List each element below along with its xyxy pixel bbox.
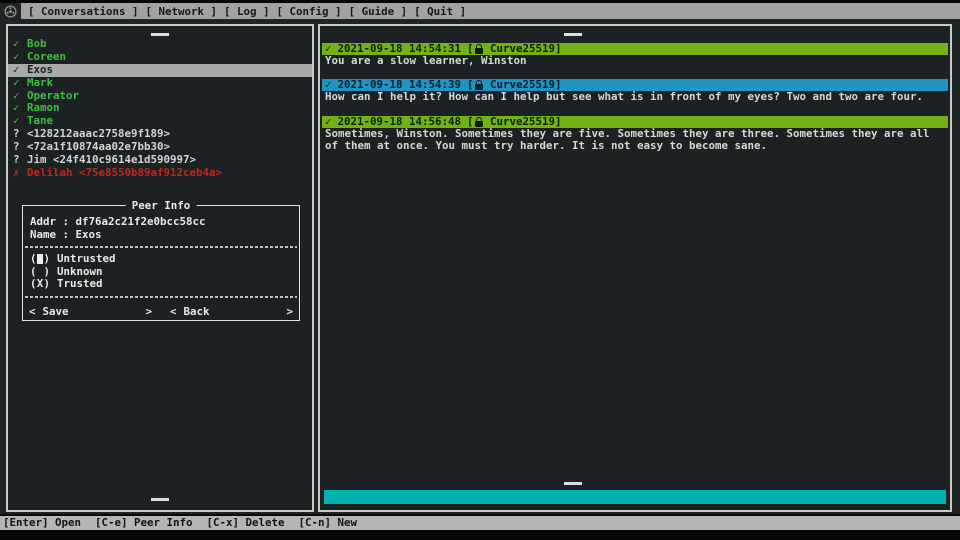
dialog-buttons: <Save> <Back> — [29, 305, 293, 318]
menu-item-conversations[interactable]: [ Conversations ] — [28, 5, 139, 18]
message-text: You are a slow learner, Winston — [322, 55, 948, 67]
radio-option-trusted[interactable]: (X)Trusted — [23, 278, 299, 291]
menu-item-config[interactable]: [ Config ] — [277, 5, 342, 18]
addr-value: df76a2c21f2e0bcc58cc — [76, 215, 206, 228]
contact-row[interactable]: ✓Coreen — [8, 51, 312, 64]
message: ✓2021-09-18 14:54:31[ Curve25519]You are… — [322, 43, 948, 67]
back-button[interactable]: < Back> — [170, 305, 293, 318]
button-close-arrow: > — [286, 305, 293, 318]
contact-row[interactable]: ✓Exos — [8, 64, 312, 77]
contact-status-icon: ✓ — [13, 51, 27, 64]
contact-name: Coreen — [27, 51, 66, 64]
label-separator: : — [56, 228, 76, 241]
message-input[interactable] — [324, 490, 946, 504]
terminal-screen: [ Conversations ] [ Network ] [ Log ] [ Con… — [0, 0, 960, 540]
message-timestamp: 2021-09-18 14:56:48 — [338, 116, 462, 128]
message: ✓ 2021-09-18 14:56:48 [ Curve25519]Sometim… — [322, 116, 948, 153]
contact-row[interactable]: ✓Ramon — [8, 102, 312, 115]
app-logo-icon — [0, 3, 21, 19]
radio-close-paren: ) — [44, 278, 51, 291]
contact-row[interactable]: ?Jim <24f410c9614e1d590997> — [8, 154, 312, 167]
contacts-panel: ✓Bob✓Coreen✓Exos✓Mark✓Operator✓Ramon✓Tan… — [6, 24, 314, 512]
contact-row[interactable]: ✓Mark — [8, 77, 312, 90]
radio-label: Untrusted — [57, 253, 116, 266]
menu-item-network[interactable]: [ Network ] — [146, 5, 218, 18]
save-button-label: Save — [43, 305, 146, 318]
scroll-down-indicator — [564, 482, 582, 485]
divider — [25, 296, 297, 298]
dialog-title: Peer Info — [126, 199, 197, 212]
back-button-label: Back — [184, 305, 287, 318]
contact-name: Delilah <75e8550b89af912ceb4a> — [27, 167, 222, 180]
radio-option-untrusted[interactable]: () Untrusted — [23, 253, 299, 266]
workspace: ✓Bob✓Coreen✓Exos✓Mark✓Operator✓Ramon✓Tan… — [0, 19, 960, 514]
label-separator: : — [56, 215, 76, 228]
lock-icon — [475, 44, 483, 54]
contact-row[interactable]: ✗Delilah <75e8550b89af912ceb4a> — [8, 167, 312, 180]
contact-row[interactable]: ✓Bob — [8, 38, 312, 51]
message-text: Sometimes, Winston. Sometimes they are f… — [322, 128, 948, 153]
addr-label: Addr — [30, 215, 56, 228]
name-label: Name — [30, 228, 56, 241]
menu-item-guide[interactable]: [ Guide ] — [349, 5, 408, 18]
menu-item-log[interactable]: [ Log ] — [224, 5, 270, 18]
status-hint: [C-e] Peer Info — [95, 516, 193, 530]
radio-open-paren: ( — [30, 253, 37, 266]
lock-icon — [475, 117, 483, 127]
menu-item-quit[interactable]: [ Quit ] — [414, 5, 466, 18]
contact-name: Jim <24f410c9614e1d590997> — [27, 154, 196, 167]
status-bar: [Enter] Open [C-e] Peer Info [C-x] Delete [… — [0, 516, 960, 530]
contact-name: Exos — [27, 64, 53, 77]
button-open-arrow: < — [29, 305, 36, 318]
delivered-check-icon: ✓ — [325, 116, 332, 128]
encryption-badge: [ Curve25519] — [467, 116, 562, 128]
status-hint: [C-n] New — [299, 516, 358, 530]
radio-label: Trusted — [57, 278, 103, 291]
scroll-up-indicator — [564, 33, 582, 36]
save-button[interactable]: < Save> — [29, 305, 152, 318]
status-hint: [C-x] Delete — [207, 516, 285, 530]
message-text: How can I help it? How can I help but se… — [322, 91, 948, 103]
radio-marker: X — [37, 278, 44, 291]
peer-addr-row: Addr : df76a2c21f2e0bcc58cc — [23, 215, 299, 228]
contact-status-icon: ✓ — [13, 77, 27, 90]
name-value: Exos — [76, 228, 102, 241]
trust-radio-group: ()Untrusted( )Unknown(X)Trusted — [23, 253, 299, 291]
badge-open-bracket: [ — [467, 116, 474, 128]
conversation-panel: ✓2021-09-18 14:54:31[ Curve25519]You are… — [318, 24, 952, 512]
message: ✓2021-09-18 14:54:39[ Curve25519]How can… — [322, 79, 948, 103]
contact-list[interactable]: ✓Bob✓Coreen✓Exos✓Mark✓Operator✓Ramon✓Tan… — [8, 38, 312, 180]
text-cursor — [37, 254, 43, 264]
button-close-arrow: > — [145, 305, 152, 318]
message-list[interactable]: ✓2021-09-18 14:54:31[ Curve25519]You are… — [322, 43, 948, 165]
peer-info-dialog: Peer Info Addr : df76a2c21f2e0bcc58cc Na… — [22, 205, 300, 321]
message-header: ✓ 2021-09-18 14:56:48 [ Curve25519] — [322, 116, 948, 128]
encryption-label: Curve25519] — [484, 116, 562, 128]
contact-status-icon: ✓ — [13, 38, 27, 51]
peer-name-row: Name : Exos — [23, 228, 299, 241]
contact-status-icon: ✓ — [13, 64, 27, 77]
radio-close-paren: ) — [44, 253, 51, 266]
divider — [25, 246, 297, 248]
status-hint: [Enter] Open — [3, 516, 81, 530]
scroll-up-indicator — [151, 33, 169, 36]
contact-name: Bob — [27, 38, 47, 51]
lock-icon — [475, 80, 483, 90]
menu-items: [ Conversations ] [ Network ] [ Log ] [ Con… — [21, 5, 466, 18]
button-open-arrow: < — [170, 305, 177, 318]
contact-status-icon: ? — [13, 154, 27, 167]
contact-status-icon: ✗ — [13, 167, 27, 180]
contact-name: Mark — [27, 77, 53, 90]
menu-bar: [ Conversations ] [ Network ] [ Log ] [ Con… — [0, 3, 960, 19]
scroll-down-indicator — [151, 498, 169, 501]
